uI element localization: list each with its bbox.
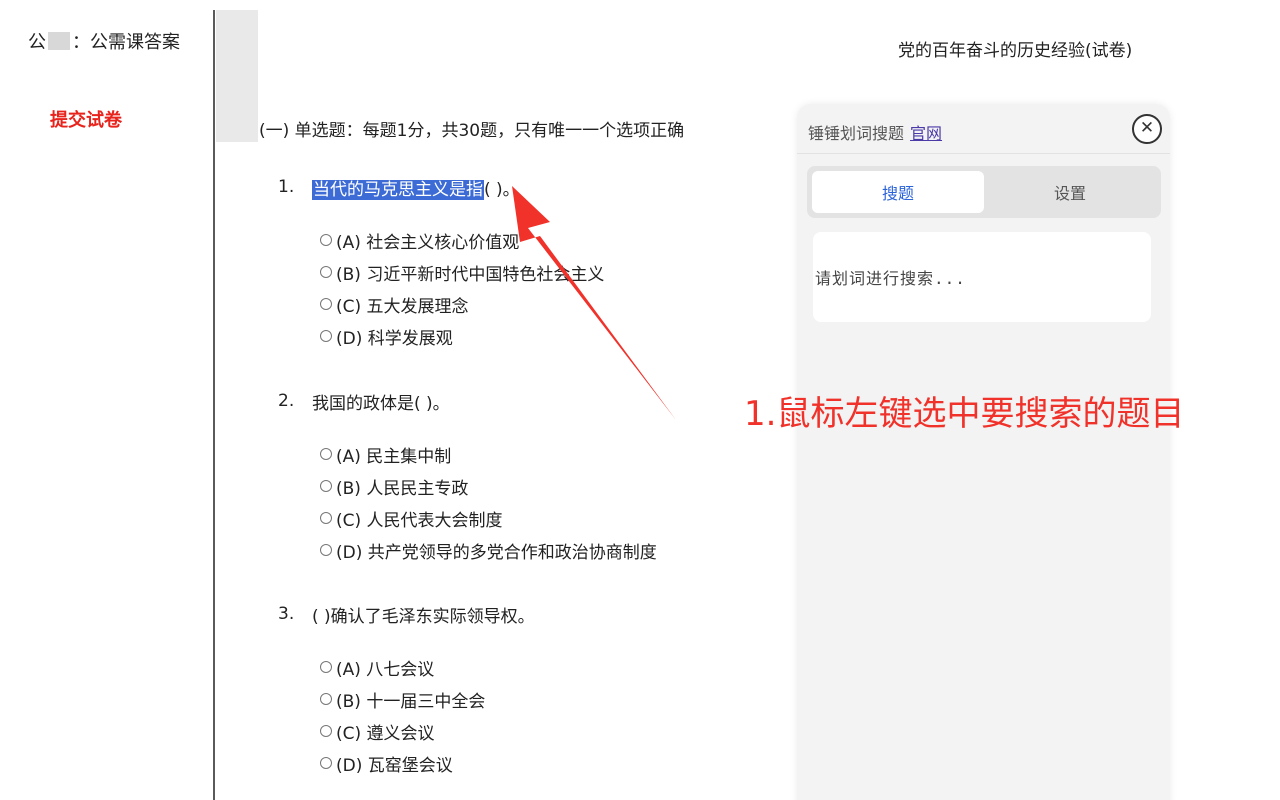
option-d[interactable]: (D) 科学发展观 xyxy=(320,320,604,352)
question-header: 3. ( )确认了毛泽东实际领导权。 xyxy=(278,601,535,627)
option-b[interactable]: (B) 十一届三中全会 xyxy=(320,683,535,715)
question-number: 1. xyxy=(278,177,295,197)
option-b[interactable]: (B) 人民民主专政 xyxy=(320,470,657,502)
option-label: (B) 习近平新时代中国特色社会主义 xyxy=(336,264,605,285)
question-text[interactable]: ( )确认了毛泽东实际领导权。 xyxy=(312,602,535,627)
option-c[interactable]: (C) 人民代表大会制度 xyxy=(320,502,657,534)
radio-icon[interactable] xyxy=(320,693,332,705)
option-d[interactable]: (D) 瓦窑堡会议 xyxy=(320,747,535,779)
options-list: (A) 社会主义核心价值观 (B) 习近平新时代中国特色社会主义 (C) 五大发… xyxy=(320,224,604,352)
search-panel: 锤锤划词搜题 官网 ✕ 搜题 设置 请划词进行搜索... xyxy=(797,104,1170,800)
option-label: (B) 十一届三中全会 xyxy=(336,691,486,712)
radio-icon[interactable] xyxy=(320,448,332,460)
question-header: 2. 我国的政体是( )。 xyxy=(278,388,657,414)
option-label: (D) 共产党领导的多党合作和政治协商制度 xyxy=(336,542,657,563)
option-b[interactable]: (B) 习近平新时代中国特色社会主义 xyxy=(320,256,604,288)
radio-icon[interactable] xyxy=(320,725,332,737)
options-list: (A) 民主集中制 (B) 人民民主专政 (C) 人民代表大会制度 (D) 共产… xyxy=(320,438,657,566)
radio-icon[interactable] xyxy=(320,757,332,769)
option-label: (B) 人民民主专政 xyxy=(336,478,469,499)
option-label: (A) 社会主义核心价值观 xyxy=(336,232,520,253)
radio-icon[interactable] xyxy=(320,544,332,556)
section-title: (一) 单选题：每题1分，共30题，只有唯一一个选项正确 xyxy=(259,121,685,141)
radio-icon[interactable] xyxy=(320,298,332,310)
close-icon[interactable]: ✕ xyxy=(1132,114,1162,144)
option-c[interactable]: (C) 遵义会议 xyxy=(320,715,535,747)
option-a[interactable]: (A) 八七会议 xyxy=(320,651,535,683)
option-a[interactable]: (A) 民主集中制 xyxy=(320,438,657,470)
official-site-link[interactable]: 官网 xyxy=(910,124,942,143)
options-list: (A) 八七会议 (B) 十一届三中全会 (C) 遵义会议 (D) 瓦窑堡会议 xyxy=(320,651,535,779)
option-d[interactable]: (D) 共产党领导的多党合作和政治协商制度 xyxy=(320,534,657,566)
option-label: (A) 八七会议 xyxy=(336,659,435,680)
radio-icon[interactable] xyxy=(320,234,332,246)
panel-header: 锤锤划词搜题 官网 ✕ xyxy=(797,104,1170,154)
sidebar: 公 ：公需课答案 提交试卷 xyxy=(0,0,213,800)
question-text[interactable]: 当代的马克思主义是指( )。 xyxy=(312,175,520,200)
panel-title-text: 锤锤划词搜题 xyxy=(808,124,905,143)
question-text[interactable]: 我国的政体是( )。 xyxy=(312,389,450,414)
radio-icon[interactable] xyxy=(320,480,332,492)
option-label: (A) 民主集中制 xyxy=(336,446,452,467)
search-result-area: 请划词进行搜索... xyxy=(813,232,1151,322)
account-prefix: 公 xyxy=(28,32,46,53)
option-label: (C) 遵义会议 xyxy=(336,723,435,744)
option-label: (D) 瓦窑堡会议 xyxy=(336,755,453,776)
option-label: (C) 人民代表大会制度 xyxy=(336,510,503,531)
option-label: (D) 科学发展观 xyxy=(336,328,453,349)
question-number: 3. xyxy=(278,604,295,624)
question-number: 2. xyxy=(278,391,295,411)
radio-icon[interactable] xyxy=(320,266,332,278)
redacted-block xyxy=(48,32,70,50)
option-c[interactable]: (C) 五大发展理念 xyxy=(320,288,604,320)
question-1: 1. 当代的马克思主义是指( )。 (A) 社会主义核心价值观 (B) 习近平新… xyxy=(278,174,604,352)
account-label: 公 ：公需课答案 xyxy=(28,28,180,54)
question-text-rest[interactable]: ( )。 xyxy=(484,180,520,200)
gray-block xyxy=(216,10,258,142)
radio-icon[interactable] xyxy=(320,661,332,673)
tab-settings[interactable]: 设置 xyxy=(984,171,1156,213)
panel-title: 锤锤划词搜题 官网 xyxy=(808,120,942,144)
question-header: 1. 当代的马克思主义是指( )。 xyxy=(278,174,604,200)
annotation-text: 1.鼠标左键选中要搜索的题目 xyxy=(744,394,1185,434)
submit-exam-button[interactable]: 提交试卷 xyxy=(50,106,122,132)
radio-icon[interactable] xyxy=(320,330,332,342)
exam-title: 党的百年奋斗的历史经验(试卷) xyxy=(898,41,1133,61)
question-3: 3. ( )确认了毛泽东实际领导权。 (A) 八七会议 (B) 十一届三中全会 … xyxy=(278,601,535,779)
sidebar-divider xyxy=(213,10,215,800)
account-suffix: ：公需课答案 xyxy=(72,32,180,53)
question-2: 2. 我国的政体是( )。 (A) 民主集中制 (B) 人民民主专政 (C) 人… xyxy=(278,388,657,566)
option-label: (C) 五大发展理念 xyxy=(336,296,469,317)
radio-icon[interactable] xyxy=(320,512,332,524)
tab-search[interactable]: 搜题 xyxy=(812,171,984,213)
option-a[interactable]: (A) 社会主义核心价值观 xyxy=(320,224,604,256)
panel-tabs: 搜题 设置 xyxy=(807,166,1161,218)
selected-text[interactable]: 当代的马克思主义是指 xyxy=(312,179,484,200)
